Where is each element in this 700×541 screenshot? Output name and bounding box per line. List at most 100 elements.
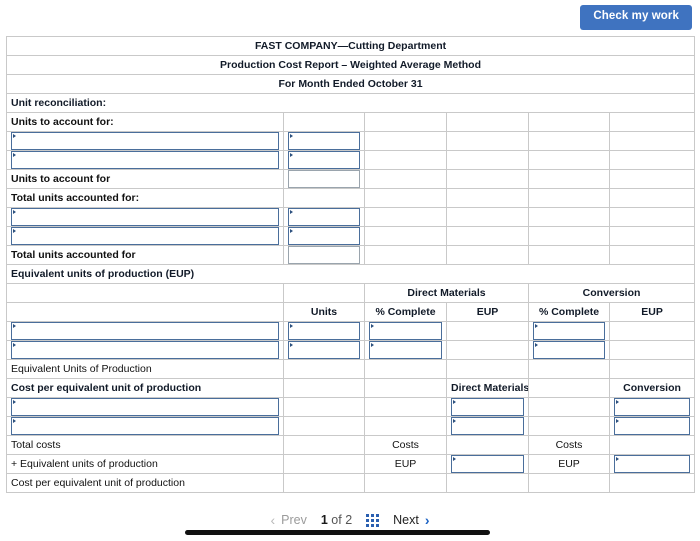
units-accounted-value-input-1[interactable] bbox=[283, 207, 365, 227]
value-input[interactable] bbox=[288, 132, 360, 150]
report-title-company: FAST COMPANY—Cutting Department bbox=[5, 36, 696, 56]
value-input[interactable] bbox=[288, 322, 360, 340]
value-input[interactable] bbox=[288, 341, 360, 359]
grid-dot bbox=[376, 523, 380, 527]
eup-label-select-1[interactable] bbox=[6, 321, 284, 341]
cell-empty bbox=[528, 150, 610, 170]
column-header-units: Units bbox=[283, 302, 365, 322]
eup-dm-pct-input-2[interactable] bbox=[364, 340, 447, 360]
cell-empty bbox=[364, 397, 447, 417]
label-units-to-account-for-header: Units to account for: bbox=[6, 112, 284, 132]
cost-label-select-2[interactable] bbox=[6, 416, 284, 436]
section-header-eup: Equivalent units of production (EUP) bbox=[5, 264, 696, 284]
eup-dm-pct-input-1[interactable] bbox=[364, 321, 447, 341]
grid-view-icon[interactable] bbox=[366, 513, 380, 527]
cell-empty bbox=[364, 131, 447, 151]
value-input[interactable] bbox=[288, 151, 360, 169]
dropdown-select[interactable] bbox=[11, 322, 279, 340]
cell-empty bbox=[528, 473, 610, 493]
cell-empty bbox=[446, 188, 529, 208]
eup-conv-eup-cell-2 bbox=[608, 340, 696, 360]
eup-units-input-1[interactable] bbox=[283, 321, 365, 341]
table-row-title-report: Production Cost Report – Weighted Averag… bbox=[5, 55, 696, 75]
eup-label-select-2[interactable] bbox=[6, 340, 284, 360]
dropdown-select[interactable] bbox=[11, 227, 279, 245]
eup-conv-pct-input-1[interactable] bbox=[528, 321, 610, 341]
units-accounted-label-select-2[interactable] bbox=[6, 226, 284, 246]
eup-dm-eup-cell-1 bbox=[446, 321, 529, 341]
cost-dm-input-1[interactable] bbox=[446, 397, 529, 417]
cell-empty bbox=[364, 188, 447, 208]
value-input[interactable] bbox=[288, 208, 360, 226]
production-cost-report-table: FAST COMPANY—Cutting Department Producti… bbox=[5, 36, 696, 493]
units-account-label-select-1[interactable] bbox=[6, 131, 284, 151]
dropdown-select[interactable] bbox=[11, 341, 279, 359]
cell-empty bbox=[528, 131, 610, 151]
cost-dm-input-2[interactable] bbox=[446, 416, 529, 436]
cell-empty bbox=[608, 150, 696, 170]
eup-conv-pct-input-2[interactable] bbox=[528, 340, 610, 360]
cell-empty bbox=[364, 207, 447, 227]
value-input[interactable] bbox=[369, 341, 442, 359]
dropdown-select[interactable] bbox=[11, 151, 279, 169]
grid-dot bbox=[366, 513, 370, 517]
total-costs-dm-value-cell bbox=[446, 435, 529, 455]
cell-empty bbox=[364, 169, 447, 189]
column-header-conv-pct-complete: % Complete bbox=[528, 302, 610, 322]
table-row-eup-total: Equivalent Units of Production bbox=[6, 359, 696, 379]
check-my-work-button[interactable]: Check my work bbox=[580, 5, 692, 30]
units-account-value-input-1[interactable] bbox=[283, 131, 365, 151]
cell-empty bbox=[364, 226, 447, 246]
cell-empty-blue bbox=[283, 283, 365, 303]
total-costs-conv-value-cell bbox=[608, 435, 696, 455]
cell-empty-blue bbox=[6, 302, 284, 322]
report-title-method: Production Cost Report – Weighted Averag… bbox=[5, 55, 696, 75]
value-input[interactable] bbox=[288, 227, 360, 245]
cell-empty bbox=[283, 188, 365, 208]
value-input[interactable] bbox=[614, 398, 691, 416]
group-header-conversion: Conversion bbox=[527, 283, 696, 303]
prev-page-button[interactable]: ‹ Prev bbox=[270, 513, 306, 527]
cost-label-select-1[interactable] bbox=[6, 397, 284, 417]
value-input[interactable] bbox=[533, 322, 605, 340]
dropdown-select[interactable] bbox=[11, 417, 279, 435]
total-costs-conv-unit-label: Costs bbox=[528, 435, 610, 455]
cost-conv-input-2[interactable] bbox=[608, 416, 696, 436]
value-input[interactable] bbox=[451, 417, 524, 435]
value-input[interactable] bbox=[451, 455, 524, 473]
current-page-number: 1 bbox=[320, 513, 328, 527]
divide-eup-conv-unit-label: EUP bbox=[528, 454, 610, 474]
value-input[interactable] bbox=[614, 455, 691, 473]
value-input[interactable] bbox=[614, 417, 691, 435]
total-page-number: 2 bbox=[345, 513, 353, 527]
table-row-units-account-entry-2 bbox=[6, 150, 696, 170]
value-input[interactable] bbox=[451, 398, 524, 416]
cell-empty bbox=[364, 150, 447, 170]
divide-eup-conv-input[interactable] bbox=[608, 454, 696, 474]
grid-dot bbox=[376, 518, 380, 522]
computed-value-box bbox=[288, 170, 360, 188]
value-input[interactable] bbox=[369, 322, 442, 340]
cell-empty bbox=[283, 112, 365, 132]
grid-dot bbox=[371, 518, 375, 522]
units-accounted-label-select-1[interactable] bbox=[6, 207, 284, 227]
dropdown-select[interactable] bbox=[11, 398, 279, 416]
cell-empty bbox=[283, 473, 365, 493]
units-accounted-value-input-2[interactable] bbox=[283, 226, 365, 246]
units-account-value-input-2[interactable] bbox=[283, 150, 365, 170]
horizontal-scrollbar[interactable] bbox=[185, 530, 490, 535]
section-header-unit-reconciliation: Unit reconciliation: bbox=[5, 93, 696, 113]
divide-eup-dm-unit-label: EUP bbox=[364, 454, 447, 474]
dropdown-select[interactable] bbox=[11, 132, 279, 150]
eup-conv-eup-cell-1 bbox=[608, 321, 696, 341]
divide-eup-dm-input[interactable] bbox=[446, 454, 529, 474]
next-page-button[interactable]: Next › bbox=[393, 513, 429, 527]
table-row-section-unit-reconciliation: Unit reconciliation: bbox=[5, 93, 696, 113]
cell-empty-blue bbox=[528, 378, 610, 398]
value-input[interactable] bbox=[533, 341, 605, 359]
dropdown-select[interactable] bbox=[11, 208, 279, 226]
eup-units-input-2[interactable] bbox=[283, 340, 365, 360]
units-account-label-select-2[interactable] bbox=[6, 150, 284, 170]
cost-conv-input-1[interactable] bbox=[608, 397, 696, 417]
table-row-units-accounted-entry-2 bbox=[6, 226, 696, 246]
